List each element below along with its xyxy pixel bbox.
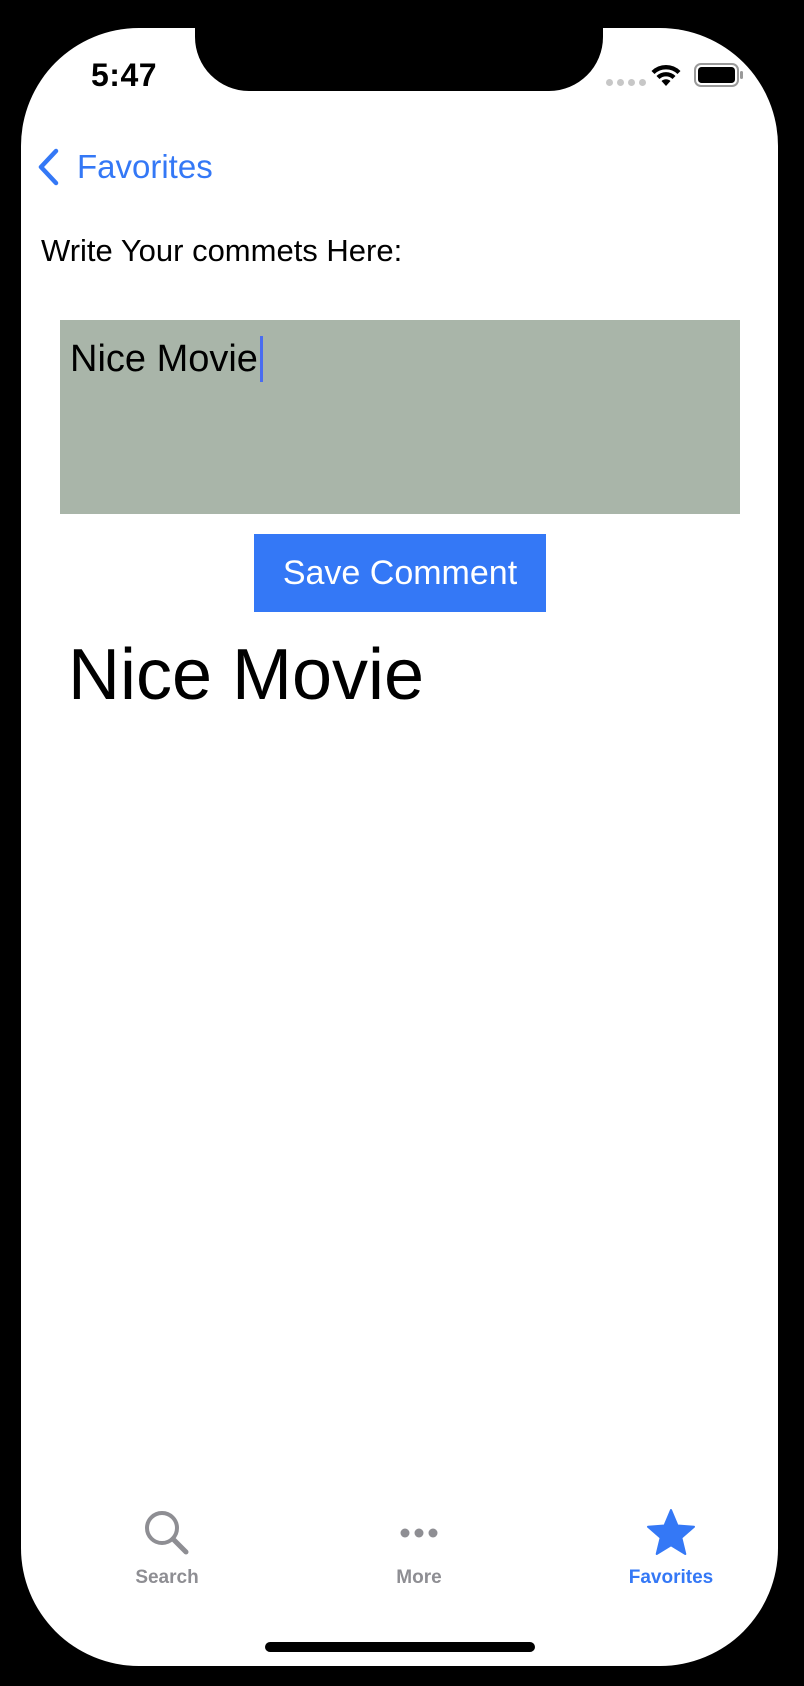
back-label: Favorites	[77, 148, 213, 185]
star-icon	[647, 1509, 695, 1555]
tab-search-label: Search	[135, 1567, 199, 1588]
wifi-icon	[651, 64, 681, 86]
chevron-left-icon	[38, 148, 59, 186]
cellular-signal-icon	[606, 79, 646, 86]
more-icon	[400, 1528, 438, 1538]
device-frame: 5:47 Favorites Write Your commets Here: …	[0, 0, 804, 1686]
app-screen: 5:47 Favorites Write Your commets Here: …	[21, 28, 778, 1666]
tab-favorites-label: Favorites	[628, 1567, 714, 1588]
back-button[interactable]: Favorites	[35, 142, 213, 192]
comment-textarea[interactable]: Nice Movie	[60, 320, 740, 514]
home-indicator	[265, 1642, 535, 1652]
tab-bar: Search More Favorites	[21, 1508, 778, 1618]
tab-more-label: More	[396, 1567, 442, 1588]
tab-more[interactable]: More	[349, 1508, 489, 1589]
save-comment-button[interactable]: Save Comment	[254, 534, 546, 612]
device-notch	[195, 28, 603, 91]
battery-icon	[694, 63, 743, 87]
search-icon	[145, 1511, 189, 1555]
status-time: 5:47	[91, 57, 158, 93]
instructions-label: Write Your commets Here:	[41, 233, 403, 268]
saved-comment-label: Nice Movie	[68, 635, 425, 715]
comment-textarea-value: Nice Movie	[70, 338, 258, 380]
text-caret	[259, 336, 263, 382]
tab-search[interactable]: Search	[97, 1508, 237, 1589]
tab-favorites[interactable]: Favorites	[601, 1508, 741, 1589]
